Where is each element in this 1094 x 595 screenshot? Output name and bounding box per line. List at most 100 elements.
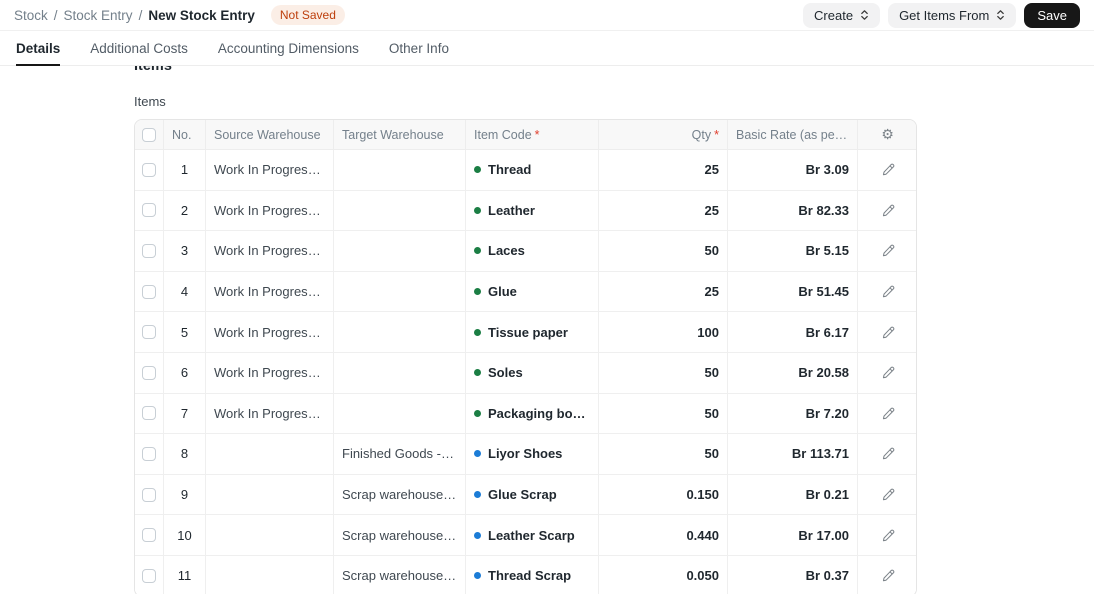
edit-row-button[interactable] [877,524,900,547]
qty-cell[interactable]: 100 [599,312,728,352]
item-code-cell[interactable]: Laces [466,231,599,271]
row-checkbox[interactable] [142,406,156,421]
chevron-updown-icon [860,9,869,21]
edit-row-button[interactable] [877,199,900,222]
basic-rate-cell[interactable]: Br 6.17 [728,312,858,352]
table-row: 6 Work In Progress -... Soles 50 Br 20.58 [135,352,916,394]
qty-cell[interactable]: 50 [599,434,728,474]
row-checkbox[interactable] [142,325,156,340]
edit-row-button[interactable] [877,564,900,587]
breadcrumb-link[interactable]: Stock Entry [64,8,133,23]
qty-cell[interactable]: 25 [599,190,728,231]
row-checkbox[interactable] [142,568,156,583]
target-warehouse-cell[interactable] [334,231,466,271]
basic-rate-cell[interactable]: Br 113.71 [728,434,858,474]
qty-cell[interactable]: 0.150 [599,474,728,515]
target-warehouse-cell[interactable]: Scrap warehouse -... [334,515,466,555]
row-checkbox[interactable] [142,243,156,258]
edit-row-button[interactable] [877,483,900,506]
source-warehouse-cell[interactable] [206,515,334,555]
tab-accounting-dimensions[interactable]: Accounting Dimensions [218,31,359,65]
column-header-target_warehouse: Target Warehouse [334,120,466,149]
item-code-cell[interactable]: Liyor Shoes [466,434,599,474]
item-code-cell[interactable]: Tissue paper [466,312,599,352]
basic-rate-cell[interactable]: Br 17.00 [728,515,858,555]
basic-rate-cell[interactable]: Br 0.21 [728,474,858,515]
qty-cell[interactable]: 0.440 [599,515,728,555]
source-warehouse-cell[interactable]: Work In Progress -... [206,190,334,231]
create-button[interactable]: Create [803,2,881,28]
row-checkbox[interactable] [142,203,156,218]
item-code-cell[interactable]: Leather Scarp [466,515,599,555]
target-warehouse-cell[interactable] [334,312,466,352]
breadcrumb-current: New Stock Entry [148,7,255,23]
row-number: 1 [164,150,206,190]
source-warehouse-cell[interactable]: Work In Progress -... [206,231,334,271]
qty-cell[interactable]: 50 [599,393,728,434]
items-section-heading: Items [134,66,172,74]
edit-row-button[interactable] [877,361,900,384]
tab-details[interactable]: Details [16,31,61,66]
item-status-dot-green [474,206,481,214]
row-checkbox[interactable] [142,284,156,299]
target-warehouse-cell[interactable] [334,150,466,190]
item-code-cell[interactable]: Glue Scrap [466,474,599,515]
item-code-cell[interactable]: Glue [466,271,599,312]
target-warehouse-cell[interactable]: Finished Goods - L... [334,434,466,474]
target-warehouse-cell[interactable]: Scrap warehouse -... [334,555,466,594]
get-items-from-label: Get Items From [899,7,990,23]
qty-cell[interactable]: 0.050 [599,555,728,594]
row-checkbox-cell [135,150,164,190]
tab-additional-costs[interactable]: Additional Costs [90,31,188,65]
edit-row-button[interactable] [877,158,900,181]
edit-row-button[interactable] [877,321,900,344]
target-warehouse-cell[interactable]: Scrap warehouse -... [334,474,466,515]
basic-rate-cell[interactable]: Br 5.15 [728,231,858,271]
item-code-cell[interactable]: Soles [466,352,599,393]
source-warehouse-cell[interactable] [206,434,334,474]
source-warehouse-cell[interactable]: Work In Progress -... [206,312,334,352]
edit-row-button[interactable] [877,239,900,262]
basic-rate-cell[interactable]: Br 82.33 [728,190,858,231]
item-code-label: Leather [488,202,535,218]
target-warehouse-cell[interactable] [334,393,466,434]
row-checkbox[interactable] [142,365,156,380]
row-checkbox[interactable] [142,487,156,502]
row-edit-cell [858,191,916,231]
edit-row-button[interactable] [877,402,900,425]
target-warehouse-cell[interactable] [334,190,466,231]
row-number: 8 [164,434,206,474]
qty-cell[interactable]: 25 [599,271,728,312]
qty-cell[interactable]: 50 [599,231,728,271]
target-warehouse-cell[interactable] [334,352,466,393]
tab-other-info[interactable]: Other Info [389,31,449,65]
item-code-cell[interactable]: Thread [466,150,599,190]
source-warehouse-cell[interactable]: Work In Progress -... [206,352,334,393]
item-code-cell[interactable]: Leather [466,190,599,231]
source-warehouse-cell[interactable]: Work In Progress -... [206,271,334,312]
basic-rate-cell[interactable]: Br 51.45 [728,271,858,312]
basic-rate-cell[interactable]: Br 0.37 [728,555,858,594]
breadcrumb-link[interactable]: Stock [14,8,48,23]
save-button[interactable]: Save [1024,2,1080,28]
get-items-from-button[interactable]: Get Items From [888,2,1017,28]
row-checkbox[interactable] [142,162,156,177]
gear-icon[interactable]: ⚙ [881,128,894,142]
item-code-cell[interactable]: Packaging boxes [466,393,599,434]
qty-cell[interactable]: 25 [599,150,728,190]
basic-rate-cell[interactable]: Br 20.58 [728,352,858,393]
source-warehouse-cell[interactable]: Work In Progress -... [206,393,334,434]
source-warehouse-cell[interactable]: Work In Progress -... [206,150,334,190]
basic-rate-cell[interactable]: Br 3.09 [728,150,858,190]
select-all-checkbox[interactable] [142,127,156,142]
source-warehouse-cell[interactable] [206,474,334,515]
item-code-cell[interactable]: Thread Scrap [466,555,599,594]
source-warehouse-cell[interactable] [206,555,334,594]
edit-row-button[interactable] [877,442,900,465]
qty-cell[interactable]: 50 [599,352,728,393]
row-checkbox[interactable] [142,446,156,461]
edit-row-button[interactable] [877,280,900,303]
row-checkbox[interactable] [142,528,156,543]
target-warehouse-cell[interactable] [334,271,466,312]
basic-rate-cell[interactable]: Br 7.20 [728,393,858,434]
